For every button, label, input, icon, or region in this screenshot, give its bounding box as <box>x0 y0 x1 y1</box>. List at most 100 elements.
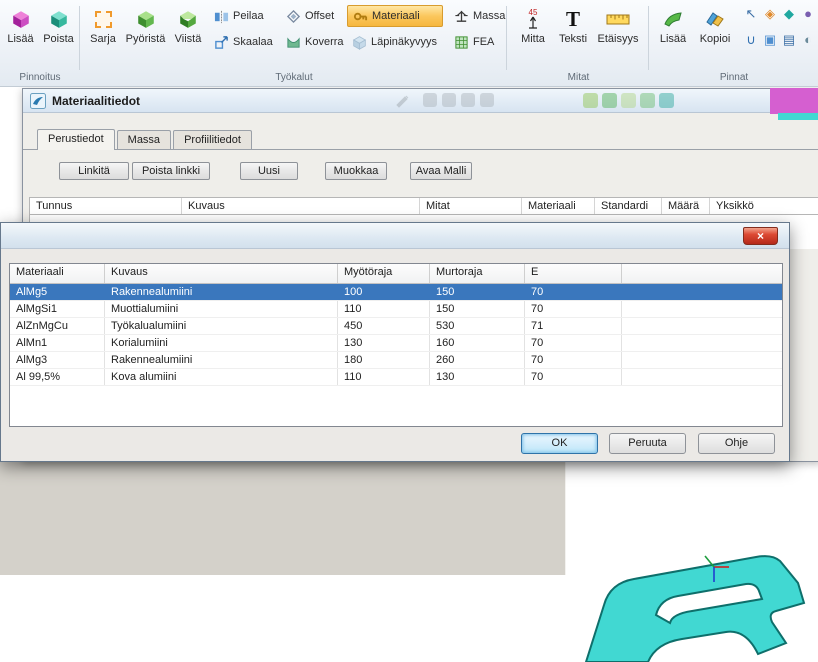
ribbon-group-mitat: 45 Mitta T Teksti Etäisyys Mitat <box>508 0 649 86</box>
sphere-icon[interactable]: ◐ <box>799 31 817 49</box>
link-button[interactable]: Linkitä <box>59 162 129 180</box>
transparency-icon <box>352 35 367 50</box>
window-title: Materiaalitiedot <box>52 94 140 108</box>
chamfer-icon <box>170 5 206 33</box>
add-coating-button[interactable]: Lisää <box>2 3 39 59</box>
column-header-e[interactable]: E <box>525 264 622 283</box>
teal-surface-fragment <box>778 113 818 120</box>
fillet-icon <box>124 5 167 33</box>
faded-green-toolbar-icons <box>583 93 678 111</box>
cad-model-part[interactable] <box>566 527 818 662</box>
add-coating-icon <box>3 5 38 33</box>
vertex-icon[interactable]: ◆ <box>780 5 798 23</box>
table-row[interactable]: AlZnMgCu Työkalualumiini 450 530 71 <box>10 318 782 335</box>
tab-massa[interactable]: Massa <box>117 130 171 150</box>
table-row[interactable]: AlMn1 Korialumiini 130 160 70 <box>10 335 782 352</box>
help-button[interactable]: Ohje <box>698 433 775 454</box>
ribbon-group-pinnat: Lisää Kopioi ↖ ◈ ◆ ● ∪ ▣ ▤ ◐ Pinnat <box>650 0 818 86</box>
surface-tools-cluster: ↖ ◈ ◆ ● ∪ ▣ ▤ ◐ <box>742 0 818 56</box>
tab-bar: Perustiedot Massa Profiilitiedot <box>37 129 254 149</box>
remove-coating-button[interactable]: Poista <box>40 3 77 59</box>
pattern-button[interactable]: Sarja <box>84 3 122 59</box>
mass-button[interactable]: Massa <box>449 5 510 27</box>
concave-button[interactable]: Koverra <box>281 31 349 53</box>
ribbon: Lisää Poista Pinnoitus Sarja Pyöristä Vi… <box>0 0 818 87</box>
edit-button[interactable]: Muokkaa <box>325 162 387 180</box>
open-model-button[interactable]: Avaa Malli <box>410 162 472 180</box>
fillet-button[interactable]: Pyöristä <box>123 3 168 59</box>
text-button[interactable]: T Teksti <box>554 3 592 59</box>
column-header-materiaali[interactable]: Materiaali <box>522 198 595 214</box>
table-row[interactable]: AlMg5 Rakennealumiini 100 150 70 <box>10 284 782 301</box>
distance-icon <box>595 5 641 33</box>
dimension-button[interactable]: 45 Mitta <box>514 3 552 59</box>
fea-icon <box>454 35 469 50</box>
pattern-icon <box>85 5 121 33</box>
column-header-tunnus[interactable]: Tunnus <box>30 198 182 214</box>
material-select-dialog: × Materiaali Kuvaus Myötöraja Murtoraja … <box>0 222 790 462</box>
window-lower-panel <box>0 460 566 575</box>
offset-icon <box>286 9 301 24</box>
remove-coating-icon <box>41 5 76 33</box>
add-face-icon <box>655 5 691 33</box>
close-button[interactable]: × <box>743 227 778 245</box>
cancel-button[interactable]: Peruuta <box>609 433 686 454</box>
group-label-mitat: Mitat <box>508 72 649 83</box>
mass-icon <box>454 9 469 24</box>
mirror-button[interactable]: Peilaa <box>209 5 269 27</box>
column-header-murtoraja[interactable]: Murtoraja <box>430 264 525 283</box>
column-header-materiaali[interactable]: Materiaali <box>10 264 105 283</box>
group-label-pinnoitus: Pinnoitus <box>0 72 80 83</box>
chamfer-button[interactable]: Viistä <box>169 3 207 59</box>
column-header-standardi[interactable]: Standardi <box>595 198 662 214</box>
ok-button[interactable]: OK <box>521 433 598 454</box>
text-icon: T <box>555 5 591 33</box>
material-table: Materiaali Kuvaus Myötöraja Murtoraja E … <box>9 263 783 427</box>
offset-button[interactable]: Offset <box>281 5 339 27</box>
material-table-header-row: Materiaali Kuvaus Myötöraja Murtoraja E <box>10 264 782 284</box>
point-icon[interactable]: ● <box>799 5 817 23</box>
svg-text:45: 45 <box>529 8 538 17</box>
magnet-icon[interactable]: ∪ <box>742 31 760 49</box>
column-header-mitat[interactable]: Mitat <box>420 198 522 214</box>
tab-profiilitiedot[interactable]: Profiilitiedot <box>173 130 252 150</box>
distance-button[interactable]: Etäisyys <box>594 3 642 59</box>
column-header-kuvaus[interactable]: Kuvaus <box>105 264 338 283</box>
tab-perustiedot[interactable]: Perustiedot <box>37 129 115 150</box>
materiaalitiedot-titlebar[interactable]: Materiaalitiedot <box>23 89 818 113</box>
pencil-icon <box>395 93 411 109</box>
material-icon <box>353 9 368 24</box>
column-header-kuvaus[interactable]: Kuvaus <box>182 198 420 214</box>
add-face-button[interactable]: Lisää <box>654 3 692 59</box>
ribbon-group-pinnoitus: Lisää Poista Pinnoitus <box>0 0 80 86</box>
link-table-header: Tunnus Kuvaus Mitat Materiaali Standardi… <box>29 197 818 215</box>
new-button[interactable]: Uusi <box>240 162 298 180</box>
column-header-maara[interactable]: Määrä <box>662 198 710 214</box>
close-icon: × <box>757 229 764 243</box>
concave-icon <box>286 35 301 50</box>
dimension-icon: 45 <box>515 5 551 33</box>
transparency-button[interactable]: Läpinäkyvyys <box>347 31 442 53</box>
material-button[interactable]: Materiaali <box>347 5 443 27</box>
dialog-titlebar[interactable]: × <box>1 223 789 249</box>
scale-button[interactable]: Skaalaa <box>209 31 278 53</box>
table-row[interactable]: AlMgSi1 Muottialumiini 110 150 70 <box>10 301 782 318</box>
column-header-yksikko[interactable]: Yksikkö <box>710 198 818 214</box>
cursor-icon[interactable]: ↖ <box>742 5 760 23</box>
fea-button[interactable]: FEA <box>449 31 499 53</box>
copy-face-icon <box>695 5 735 33</box>
mirror-icon <box>214 9 229 24</box>
grid-icon[interactable]: ▣ <box>761 31 779 49</box>
group-label-pinnat: Pinnat <box>650 72 818 83</box>
dialog-button-row: OK Peruuta Ohje <box>1 433 789 454</box>
scale-icon <box>214 35 229 50</box>
snap-diamond-icon[interactable]: ◈ <box>761 5 779 23</box>
save-icon[interactable]: ▤ <box>780 31 798 49</box>
remove-link-button[interactable]: Poista linkki <box>132 162 210 180</box>
group-label-tyokalut: Työkalut <box>81 72 507 83</box>
window-icon <box>30 93 46 109</box>
column-header-myotoraja[interactable]: Myötöraja <box>338 264 430 283</box>
table-row[interactable]: AlMg3 Rakennealumiini 180 260 70 <box>10 352 782 369</box>
table-row[interactable]: Al 99,5% Kova alumiini 110 130 70 <box>10 369 782 386</box>
copy-face-button[interactable]: Kopioi <box>694 3 736 59</box>
